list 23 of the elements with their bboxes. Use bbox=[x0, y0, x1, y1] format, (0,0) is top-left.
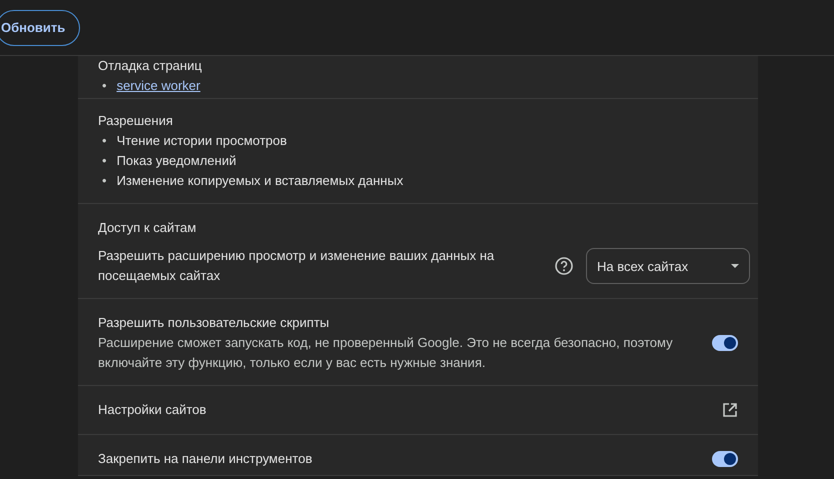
permission-item: Чтение истории просмотров bbox=[116, 132, 287, 150]
toggle-switch[interactable] bbox=[712, 335, 738, 351]
toggle-switch[interactable] bbox=[712, 451, 738, 467]
setting-title: Закрепить на панели инструментов bbox=[98, 450, 314, 468]
help-icon[interactable] bbox=[554, 256, 574, 276]
dropdown-caret-icon bbox=[731, 264, 739, 268]
permission-item: Изменение копируемых и вставляемых данных bbox=[116, 172, 404, 190]
section-title: Разрешения bbox=[98, 112, 174, 130]
permission-item: Показ уведомлений bbox=[116, 152, 236, 170]
site-access-label: Разрешить расширению просмотр и изменение ваших данных на посещаемых сайтах bbox=[98, 247, 496, 285]
setting-description: Расширение сможет запускать код, не проверенный Google. Это не всегда безопасно, поэтому включайте эту функцию, только если у вас есть нужные знания. bbox=[98, 334, 674, 372]
section-title: Отладка страниц bbox=[98, 57, 203, 75]
view-link[interactable]: service worker bbox=[116, 76, 200, 96]
setting-title: Настройки сайтов bbox=[98, 401, 208, 419]
bullet: • bbox=[102, 172, 107, 190]
external-link-icon[interactable] bbox=[722, 402, 738, 418]
refresh-button[interactable]: Обновить bbox=[0, 10, 80, 46]
site-access-select[interactable]: На всех сайтах bbox=[586, 248, 750, 284]
setting-title: Разрешить пользовательские скрипты bbox=[98, 314, 330, 332]
bullet: • bbox=[102, 132, 107, 150]
section-title: Доступ к сайтам bbox=[98, 219, 198, 237]
bullet: • bbox=[102, 77, 107, 95]
bullet: • bbox=[102, 152, 107, 170]
